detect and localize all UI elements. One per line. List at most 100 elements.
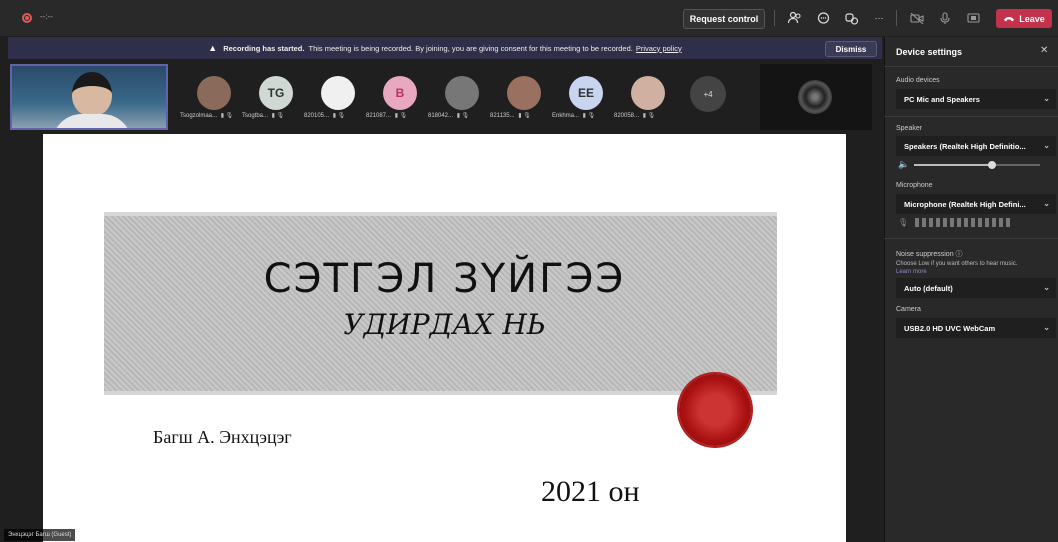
participant-name-text: Tsogzolmaa... [180, 113, 218, 119]
participant-tile[interactable]: Tsogzolmaa... ▮ 🎙 [180, 72, 248, 124]
slider-fill [914, 164, 993, 166]
level-bar [992, 217, 997, 227]
panel-divider [884, 238, 1058, 239]
chevron-down-icon: ⌄ [1043, 323, 1050, 332]
reactions-icon[interactable] [842, 9, 860, 27]
participant-video-tile[interactable] [760, 64, 872, 130]
level-bar [1006, 217, 1011, 227]
chevron-down-icon: ⌄ [1043, 283, 1050, 292]
meeting-timer: --:-- [40, 12, 53, 21]
microphone-value: Microphone (Realtek High Defini... [904, 199, 1026, 209]
speaker-label: Speaker [896, 125, 923, 132]
level-bar [950, 217, 955, 227]
panel-divider [884, 116, 1058, 117]
mic-muted-icon: ▮ 🎙 [581, 113, 596, 119]
participants-icon[interactable] [786, 9, 804, 27]
share-screen-icon[interactable] [964, 9, 982, 27]
mic-muted-icon: ▮ 🎙 [270, 113, 285, 119]
participant-name: Enkhma... ▮ 🎙 [552, 112, 620, 119]
mic-muted-icon: ▮ 🎙 [455, 113, 470, 119]
self-video-person-body [52, 114, 132, 128]
participant-name: 820105... ▮ 🎙 [304, 112, 372, 119]
level-bar [985, 217, 990, 227]
microphone-label: Microphone [896, 182, 933, 189]
speaker-select[interactable]: Speakers (Realtek High Definitio... ⌄ [896, 136, 1056, 156]
participant-tile[interactable]: 820058... ▮ 🎙 [614, 72, 682, 124]
more-options-icon[interactable]: ··· [870, 9, 888, 27]
warning-icon: ▲ [208, 43, 218, 53]
slide-subtitle: УДИРДАХ НЬ [343, 308, 546, 341]
level-bar [957, 217, 962, 227]
recording-banner: ▲ Recording has started. This meeting is… [8, 37, 882, 59]
mic-muted-icon: ▮ 🎙 [516, 113, 531, 119]
request-control-button[interactable]: Request control [683, 9, 765, 29]
speaker-icon: 🔈 [898, 159, 910, 169]
level-bar [964, 217, 969, 227]
audio-devices-label: Audio devices [896, 77, 940, 84]
microphone-select[interactable]: Microphone (Realtek High Defini... ⌄ [896, 194, 1056, 214]
slider-thumb[interactable] [988, 161, 997, 169]
chevron-down-icon: ⌄ [1043, 94, 1050, 103]
participant-tile[interactable]: EE Enkhma... ▮ 🎙 [552, 72, 620, 124]
info-icon[interactable]: ⓘ [956, 251, 963, 258]
camera-off-icon[interactable] [908, 9, 926, 27]
chat-icon[interactable] [814, 9, 832, 27]
participant-avatar [798, 80, 832, 114]
privacy-policy-link[interactable]: Privacy policy [636, 44, 682, 53]
camera-value: USB2.0 HD UVC WebCam [904, 323, 996, 333]
participant-tile[interactable]: TG Tsogtba... ▮ 🎙 [242, 72, 310, 124]
noise-suppression-label: Noise suppression ⓘ [896, 249, 963, 259]
mic-level-meter: 🎙 [898, 217, 1048, 227]
speaker-value: Speakers (Realtek High Definitio... [904, 141, 1026, 151]
mic-muted-icon: ▮ 🎙 [393, 113, 408, 119]
level-bar [971, 217, 976, 227]
slide-title: СЭТГЭЛ ЗҮЙГЭЭ [263, 256, 626, 302]
learn-more-link[interactable]: Learn more [896, 269, 927, 275]
participant-avatar [197, 76, 231, 110]
panel-divider [884, 66, 1058, 67]
level-bar [943, 217, 948, 227]
noise-suppression-value: Auto (default) [904, 283, 953, 293]
camera-select[interactable]: USB2.0 HD UVC WebCam ⌄ [896, 318, 1056, 338]
level-bar [929, 217, 934, 227]
participant-name-text: 818042... [428, 113, 454, 119]
noise-suppression-description: Choose Low if you want others to hear mu… [896, 261, 1018, 267]
noise-suppression-select[interactable]: Auto (default) ⌄ [896, 278, 1056, 298]
participant-name-text: Tsogtba... [242, 113, 269, 119]
chevron-down-icon: ⌄ [1043, 199, 1050, 208]
audio-device-value: PC Mic and Speakers [904, 94, 980, 104]
participant-tile[interactable]: 821135... ▮ 🎙 [490, 72, 558, 124]
close-icon[interactable]: ✕ [1040, 45, 1048, 56]
speaker-volume-slider[interactable]: 🔈 [898, 159, 1048, 170]
shared-slide: СЭТГЭЛ ЗҮЙГЭЭ УДИРДАХ НЬ Багш А. Энхцэцэ… [43, 134, 846, 542]
more-participants-button[interactable]: +4 [690, 76, 726, 112]
participant-tile[interactable]: B 821087... ▮ 🎙 [366, 72, 434, 124]
audio-device-select[interactable]: PC Mic and Speakers ⌄ [896, 89, 1056, 109]
self-video-tile[interactable] [10, 64, 168, 130]
mic-muted-icon: ▮ 🎙 [331, 113, 346, 119]
participant-tile[interactable]: 818042... ▮ 🎙 [428, 72, 496, 124]
mic-icon[interactable] [936, 9, 954, 27]
mic-muted-icon: ▮ 🎙 [641, 113, 656, 119]
leave-label: Leave [1019, 13, 1045, 24]
chevron-down-icon: ⌄ [1043, 141, 1050, 150]
participant-avatar: EE [569, 76, 603, 110]
participant-avatar [321, 76, 355, 110]
slide-seal-decoration [679, 374, 751, 446]
participant-name: 820058... ▮ 🎙 [614, 112, 682, 119]
participant-avatar [445, 76, 479, 110]
presenter-name-label: Энхцэцэг Багш (Guest) [4, 529, 76, 541]
participant-tile[interactable]: 820105... ▮ 🎙 [304, 72, 372, 124]
camera-label: Camera [896, 306, 921, 313]
participant-name: Tsogzolmaa... ▮ 🎙 [180, 112, 248, 119]
participant-name-text: 820105... [304, 113, 330, 119]
leave-button[interactable]: Leave [996, 9, 1052, 28]
banner-text: This meeting is being recorded. By joini… [308, 43, 633, 53]
level-bar [922, 217, 927, 227]
dismiss-button[interactable]: Dismiss [825, 41, 877, 57]
banner-bold-text: Recording has started. [223, 43, 305, 53]
participant-avatar [507, 76, 541, 110]
participant-name-text: 820058... [614, 113, 640, 119]
slide-teacher-name: Багш А. Энхцэцэг [153, 427, 292, 447]
participant-name-text: Enkhma... [552, 113, 580, 119]
